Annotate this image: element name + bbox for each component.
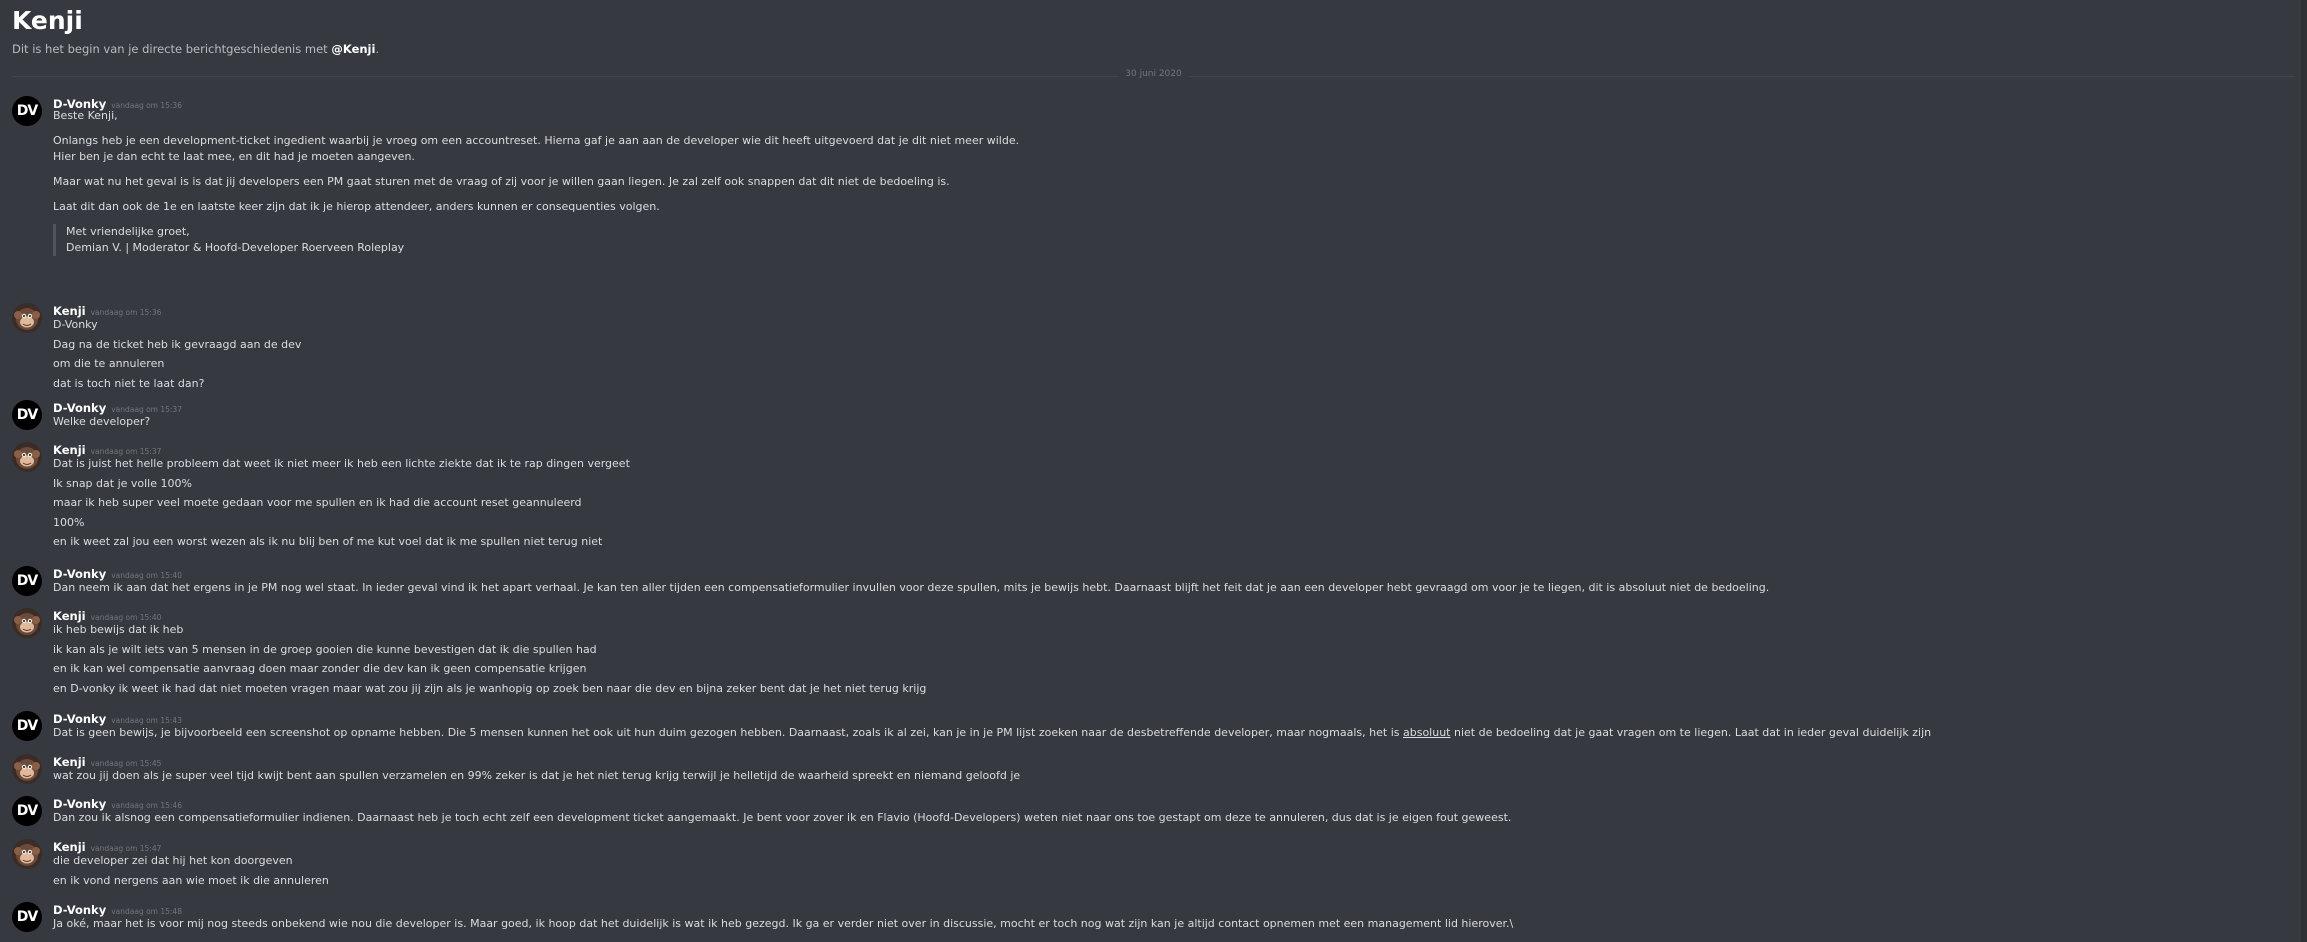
message-line: Beste Kenji, (53, 109, 118, 122)
avatar[interactable] (12, 303, 42, 333)
avatar[interactable]: DV (12, 902, 42, 932)
message-line: Onlangs heb je een development-ticket in… (53, 134, 1020, 147)
message-line: om die te annuleren (53, 357, 165, 370)
message-line: ik kan als je wilt iets van 5 mensen in … (53, 642, 597, 656)
text-segment: Dat is geen bewijs, je bijvoorbeeld een … (53, 726, 1403, 739)
message-line: maar ik heb super veel moete gedaan voor… (53, 496, 582, 509)
message-line: ik heb bewijs dat ik heb (53, 623, 184, 636)
subtitle-suffix: . (375, 42, 380, 56)
message-line: Welke developer? (53, 415, 151, 428)
monkey-avatar-icon (12, 303, 42, 333)
avatar[interactable]: DV (12, 711, 42, 741)
message-content: Dat is juist het helle probleem dat weet… (53, 454, 2287, 552)
message-content: Beste Kenji, Onlangs heb je een developm… (53, 108, 2287, 256)
monkey-avatar-icon (12, 608, 42, 638)
message-content: Ja oké, maar het is voor mij nog steeds … (53, 914, 2287, 934)
message-line: die developer zei dat hij het kon doorge… (53, 854, 293, 867)
avatar[interactable] (12, 442, 42, 472)
dv-logo-icon: DV (16, 103, 38, 119)
message-content: die developer zei dat hij het kon doorge… (53, 851, 2287, 890)
message-line: Dat is juist het helle probleem dat weet… (53, 457, 630, 470)
avatar[interactable] (12, 754, 42, 784)
message-line: en ik vond nergens aan wie moet ik die a… (53, 873, 329, 887)
message-line: en ik kan wel compensatie aanvraag doen … (53, 662, 587, 675)
dm-chat-window: Kenji Dit is het begin van je directe be… (0, 0, 2307, 942)
monkey-avatar-icon (12, 442, 42, 472)
quote-line: Met vriendelijke groet, (66, 225, 190, 238)
user-mention[interactable]: @Kenji (331, 42, 375, 56)
quote-line: Demian V. | Moderator & Hoofd-Developer … (66, 241, 405, 254)
scrollbar[interactable] (2301, 0, 2307, 942)
date-divider-label: 30 juni 2020 (1118, 69, 1189, 79)
avatar[interactable] (12, 839, 42, 869)
block-quote: Met vriendelijke groet, Demian V. | Moder… (53, 224, 2287, 256)
dv-logo-icon: DV (16, 909, 38, 925)
text-segment: niet de bedoeling dat je gaat vragen om … (1450, 726, 1932, 739)
avatar[interactable] (12, 608, 42, 638)
message-content: wat zou jij doen als je super veel tijd … (53, 766, 2287, 786)
message-line (53, 124, 2287, 133)
message-line: dat is toch niet te laat dan? (53, 376, 205, 390)
message-line: Dan neem ik aan dat het ergens in je PM … (53, 581, 1770, 594)
message-line: Maar wat nu het geval is is dat jij deve… (53, 175, 950, 188)
dv-logo-icon: DV (16, 803, 38, 819)
channel-header: Kenji Dit is het begin van je directe be… (12, 4, 379, 56)
message-content: ik heb bewijs dat ik heb ik kan als je wi… (53, 620, 2287, 698)
message-content: Welke developer? (53, 412, 2287, 432)
message-line: en ik weet zal jou een worst wezen als i… (53, 535, 603, 548)
monkey-avatar-icon (12, 754, 42, 784)
subtitle-prefix: Dit is het begin van je directe berichtg… (12, 42, 332, 56)
message-line: Laat dit dan ook de 1e en laatste keer z… (53, 200, 660, 213)
channel-start-note: Dit is het begin van je directe berichtg… (12, 42, 379, 56)
message-line (53, 165, 2287, 174)
dv-logo-icon: DV (16, 718, 38, 734)
message-line: Dat is geen bewijs, je bijvoorbeeld een … (53, 723, 2287, 743)
message-line: Dag na de ticket heb ik gevraagd aan de … (53, 337, 302, 351)
monkey-avatar-icon (12, 839, 42, 869)
dv-logo-icon: DV (16, 573, 38, 589)
message-line: 100% (53, 515, 85, 529)
message-line (53, 190, 2287, 199)
message-content: Dan neem ik aan dat het ergens in je PM … (53, 578, 2287, 598)
message-line: Dan zou ik alsnog een compensatieformuli… (53, 811, 1512, 824)
message-line: Hier ben je dan echt te laat mee, en dit… (53, 150, 415, 163)
avatar[interactable]: DV (12, 566, 42, 596)
dv-logo-icon: DV (16, 407, 38, 423)
message-content: Dat is geen bewijs, je bijvoorbeeld een … (53, 723, 2287, 743)
page-title: Kenji (12, 6, 83, 35)
message-line: en D-vonky ik weet ik had dat niet moete… (53, 681, 927, 695)
message-line: D-Vonky (53, 318, 98, 331)
message-content: Dan zou ik alsnog een compensatieformuli… (53, 808, 2287, 828)
underlined-text: absoluut (1402, 726, 1451, 739)
message-content: D-Vonky Dag na de ticket heb ik gevraagd … (53, 315, 2287, 393)
message-line: Ja oké, maar het is voor mij nog steeds … (53, 917, 1514, 930)
message-line: Ik snap dat je volle 100% (53, 476, 192, 490)
avatar[interactable]: DV (12, 96, 42, 126)
message-line: wat zou jij doen als je super veel tijd … (53, 769, 1021, 782)
avatar[interactable]: DV (12, 400, 42, 430)
avatar[interactable]: DV (12, 796, 42, 826)
